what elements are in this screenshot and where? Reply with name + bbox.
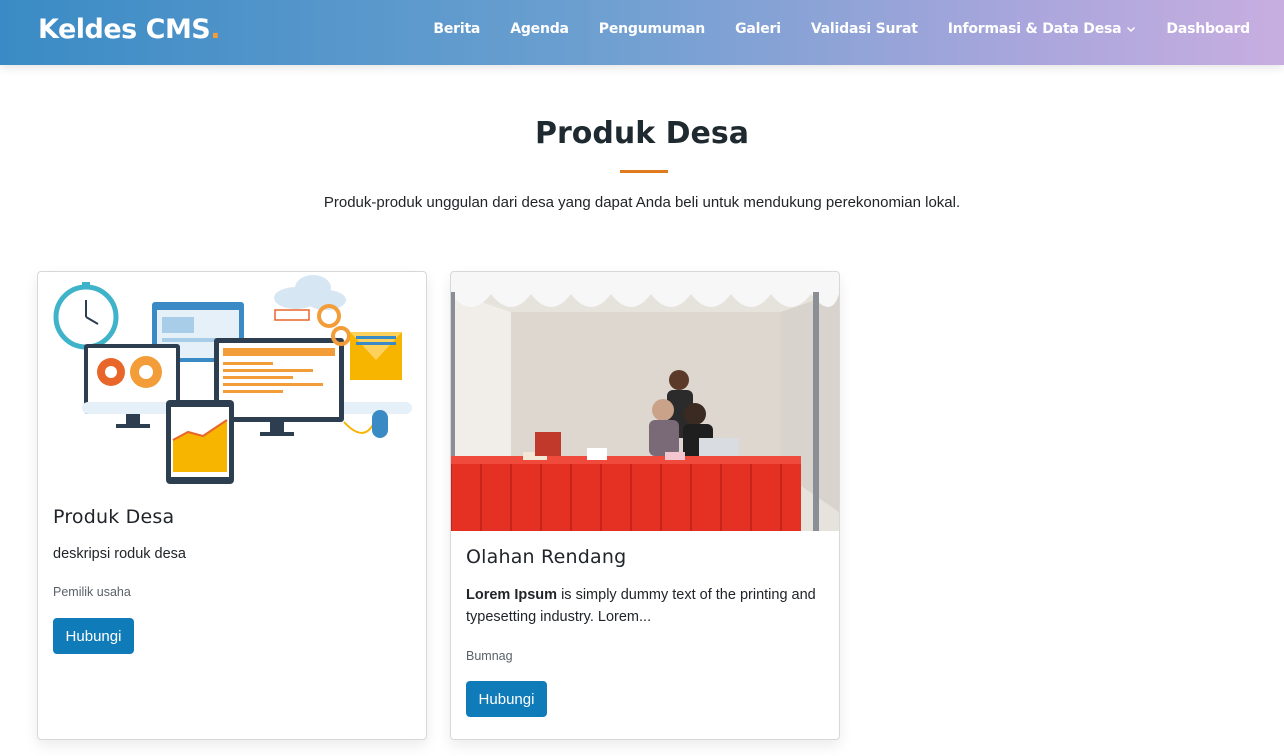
site-logo[interactable]: Keldes CMS.	[38, 14, 221, 45]
logo-text: Keldes CMS	[38, 14, 211, 45]
product-card: Olahan Rendang Lorem Ipsum is simply dum…	[450, 271, 840, 740]
product-description: deskripsi roduk desa	[53, 546, 186, 562]
chevron-down-icon	[1127, 26, 1136, 33]
nav-item-validasi-surat[interactable]: Validasi Surat	[811, 21, 918, 37]
nav-item-berita[interactable]: Berita	[433, 21, 480, 37]
nav-item-galeri[interactable]: Galeri	[735, 21, 781, 37]
nav-item-pengumuman[interactable]: Pengumuman	[599, 21, 705, 37]
product-description: Lorem Ipsum is simply dummy text of the …	[466, 584, 821, 628]
logo-dot: .	[210, 14, 221, 45]
title-underline	[620, 170, 668, 173]
product-owner: Bumnag	[466, 649, 513, 663]
navbar: Keldes CMS. Berita Agenda Pengumuman Gal…	[0, 0, 1284, 65]
product-title: Produk Desa	[53, 506, 175, 528]
section-subtitle: Produk-produk unggulan dari desa yang da…	[323, 194, 961, 211]
contact-button[interactable]: Hubungi	[466, 681, 547, 717]
description-bold: Lorem Ipsum	[466, 587, 558, 603]
nav-item-dashboard[interactable]: Dashboard	[1166, 21, 1250, 37]
nav-item-agenda[interactable]: Agenda	[510, 21, 569, 37]
page-title: Produk Desa	[535, 116, 749, 151]
product-owner: Pemilik usaha	[53, 585, 131, 599]
nav-menu: Berita Agenda Pengumuman Galeri Validasi…	[433, 21, 1250, 37]
tech-devices-illustration-icon	[53, 275, 412, 484]
market-tent-photo-icon	[451, 272, 839, 531]
nav-item-informasi-data-desa[interactable]: Informasi & Data Desa	[948, 21, 1137, 37]
contact-button[interactable]: Hubungi	[53, 618, 134, 654]
product-card: Produk Desa deskripsi roduk desa Pemilik…	[37, 271, 427, 740]
product-title: Olahan Rendang	[466, 546, 627, 568]
